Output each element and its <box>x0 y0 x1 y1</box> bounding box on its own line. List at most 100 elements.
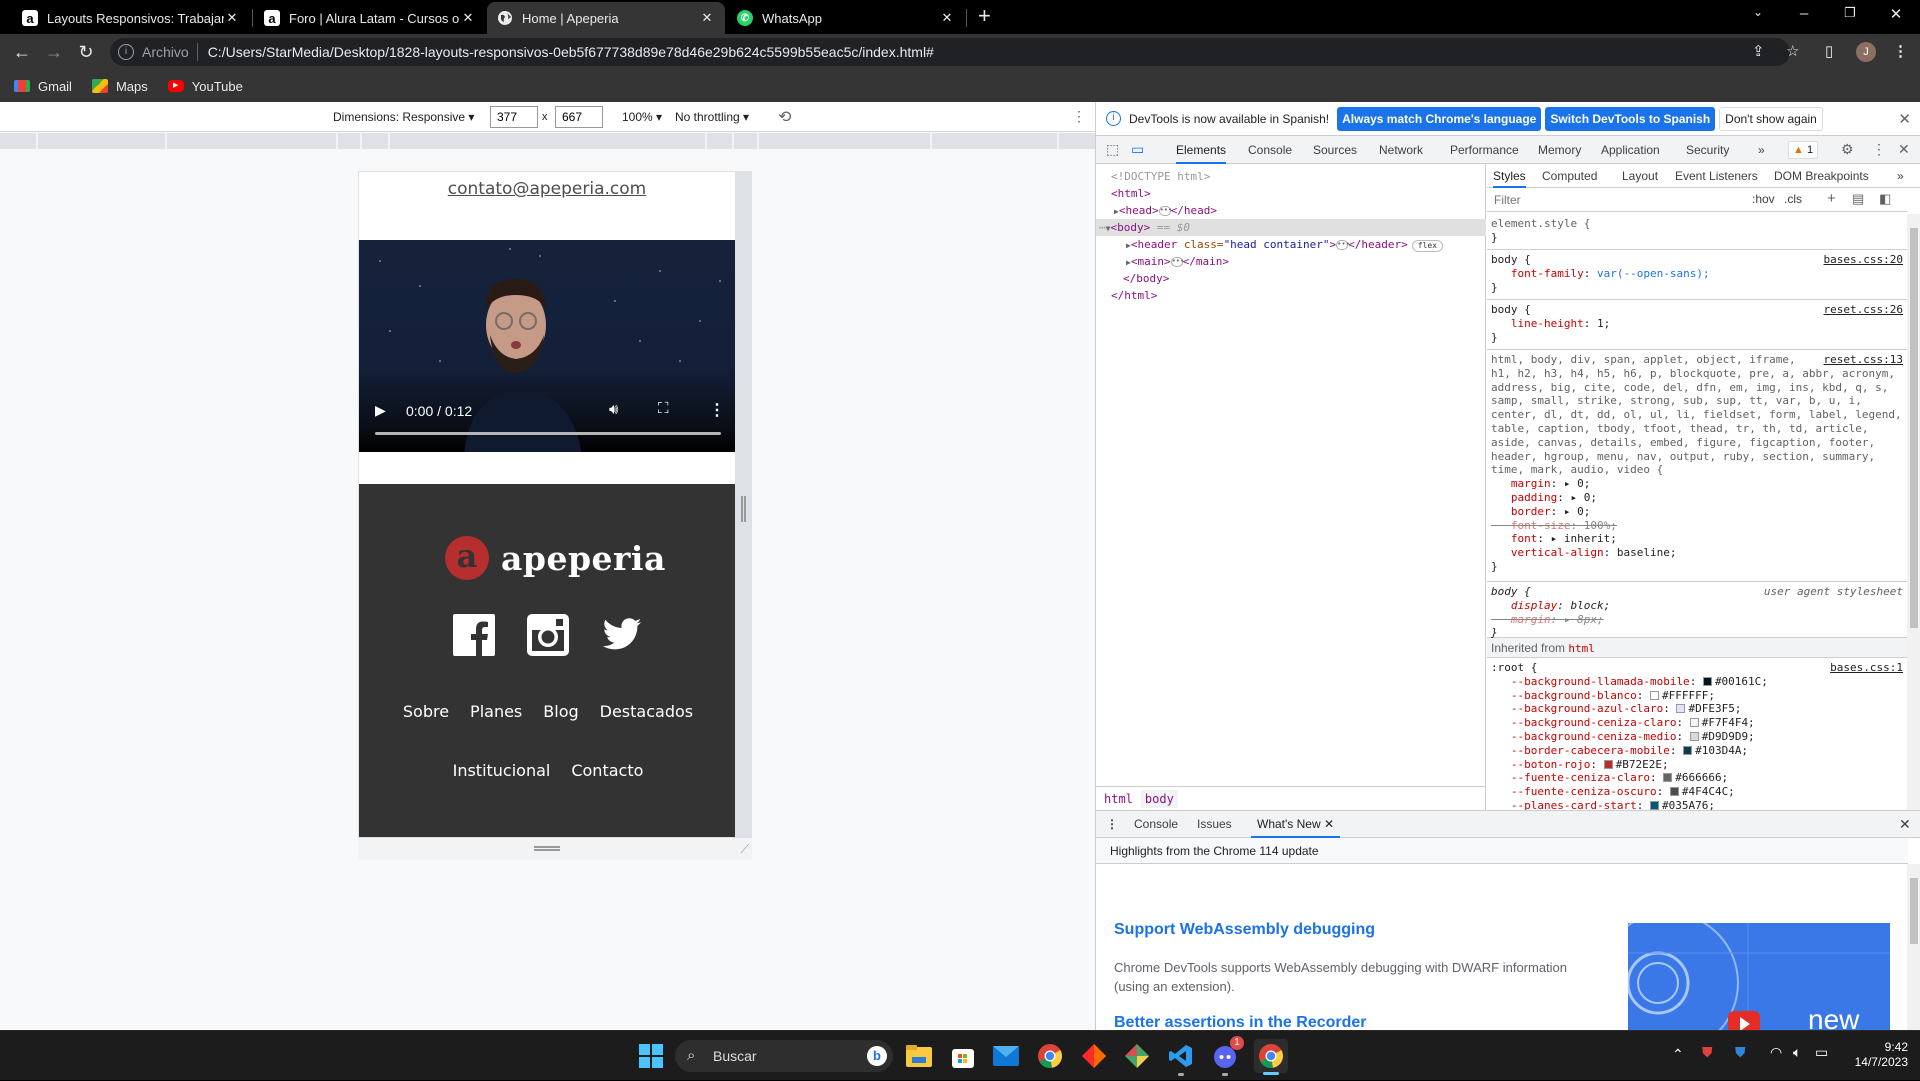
security-shield-icon[interactable]: ⛊ <box>1702 1044 1713 1061</box>
css-variable[interactable]: --background-llamada-mobile: #00161C; <box>1491 675 1768 688</box>
close-tab-icon[interactable]: ✕ <box>224 10 240 26</box>
css-declaration[interactable]: vertical-align: baseline; <box>1491 546 1677 559</box>
zoom-dropdown[interactable]: 100% ▾ <box>622 110 662 124</box>
file-explorer-icon[interactable] <box>904 1041 934 1071</box>
color-swatch[interactable] <box>1663 773 1673 783</box>
close-tab-icon[interactable]: ✕ <box>460 10 476 26</box>
microsoft-store-icon[interactable] <box>948 1041 978 1071</box>
bookmark-star-icon[interactable]: ☆ <box>1786 42 1799 60</box>
address-bar[interactable]: i Archivo C:/Users/StarMedia/Desktop/182… <box>110 38 1790 66</box>
tab-elements[interactable]: Elements <box>1176 136 1227 164</box>
device-height-input[interactable] <box>555 106 603 128</box>
dom-html[interactable]: <html> <box>1096 185 1486 202</box>
tab-network[interactable]: Network <box>1379 136 1423 164</box>
device-toolbar-menu-icon[interactable]: ⋮ <box>1072 108 1086 125</box>
minimize-button[interactable]: – <box>1784 5 1824 22</box>
nav-link-planes[interactable]: Planes <box>470 702 522 721</box>
css-declaration[interactable]: font: ▸ inherit; <box>1491 532 1617 545</box>
switch-to-spanish-button[interactable]: Switch DevTools to Spanish <box>1545 106 1716 131</box>
subtab-layout[interactable]: Layout <box>1622 164 1658 188</box>
source-link[interactable]: bases.css:20 <box>1824 253 1903 267</box>
close-window-button[interactable]: ✕ <box>1876 5 1916 23</box>
color-swatch[interactable] <box>1649 690 1659 700</box>
rule-body-line-height[interactable]: body {reset.css:26 line-height: 1; } <box>1487 300 1907 350</box>
dont-show-again-button[interactable]: Don't show again <box>1719 106 1823 131</box>
chrome-icon[interactable] <box>1035 1041 1065 1071</box>
dom-doctype[interactable]: <!DOCTYPE html> <box>1096 168 1486 185</box>
subtab-dom-breakpoints[interactable]: DOM Breakpoints <box>1774 164 1869 188</box>
tab-security[interactable]: Security <box>1686 136 1729 164</box>
dom-html-close[interactable]: </html> <box>1096 287 1486 304</box>
tab-performance[interactable]: Performance <box>1450 136 1519 164</box>
rotate-icon[interactable]: ⟲ <box>778 107 791 127</box>
mail-icon[interactable] <box>991 1041 1021 1071</box>
drawer-tab-issues[interactable]: Issues <box>1197 811 1232 838</box>
subtab-computed[interactable]: Computed <box>1542 164 1597 188</box>
color-swatch[interactable] <box>1676 704 1686 714</box>
nav-link-destacados[interactable]: Destacados <box>600 702 693 721</box>
warnings-badge[interactable]: ▲ 1 <box>1788 141 1819 159</box>
start-button[interactable] <box>636 1041 666 1071</box>
tab-home-apeperia[interactable]: Home | Apeperia ✕ <box>487 2 725 34</box>
css-declaration[interactable]: padding: ▸ 0; <box>1491 491 1597 504</box>
more-tabs-button[interactable]: » <box>1758 136 1765 164</box>
color-swatch[interactable] <box>1683 745 1693 755</box>
nav-link-institucional[interactable]: Institucional <box>453 761 551 780</box>
css-declaration[interactable]: border: ▸ 0; <box>1491 505 1591 518</box>
match-language-button[interactable]: Always match Chrome's language <box>1337 106 1542 131</box>
volume-icon[interactable]: 🔊︎ <box>609 401 618 418</box>
rule-root-variables[interactable]: :root {bases.css:1 --background-llamada-… <box>1487 658 1907 810</box>
device-resize-handle-right[interactable] <box>736 171 752 838</box>
css-variable[interactable]: --background-ceniza-claro: #F7F4F4; <box>1491 716 1755 729</box>
new-style-rule-icon[interactable]: + <box>1827 190 1836 207</box>
close-infobar-icon[interactable]: ✕ <box>1898 110 1911 128</box>
tab-foro-alura[interactable]: a Foro | Alura Latam - Cursos online ✕ <box>254 2 486 34</box>
profile-avatar[interactable]: J <box>1856 42 1876 62</box>
css-declaration[interactable]: font-size: 100%; <box>1491 519 1617 532</box>
whats-new-video-thumbnail[interactable]: new <box>1628 923 1890 1031</box>
rule-element-style[interactable]: element.style { } <box>1487 214 1907 250</box>
settings-gear-icon[interactable]: ⚙ <box>1841 141 1854 158</box>
dom-body-close[interactable]: </body> <box>1096 270 1486 287</box>
devtools-menu-icon[interactable]: ⋮ <box>1872 141 1886 158</box>
css-variable[interactable]: --boton-rojo: #B72E2E; <box>1491 758 1669 771</box>
device-resize-handle-bottom[interactable]: ⟋ <box>358 838 752 860</box>
url-text[interactable]: C:/Users/StarMedia/Desktop/1828-layouts-… <box>208 44 934 60</box>
breadcrumb-body[interactable]: body <box>1140 790 1178 808</box>
twitter-link[interactable] <box>601 614 643 656</box>
facebook-link[interactable] <box>453 614 495 656</box>
css-variable[interactable]: --fuente-ceniza-claro: #666666; <box>1491 771 1728 784</box>
bookmark-youtube[interactable]: ▶ YouTube <box>167 79 243 94</box>
forward-button[interactable]: → <box>42 40 66 64</box>
video-player[interactable]: ▶ 0:00 / 0:12 🔊︎ ⛶ ⋮ <box>359 240 735 452</box>
tab-console[interactable]: Console <box>1248 136 1292 164</box>
more-subtabs-button[interactable]: » <box>1897 164 1904 188</box>
rendering-emulation-icon[interactable]: ▤ <box>1852 191 1864 207</box>
play-icon[interactable]: ▶ <box>375 402 386 419</box>
dimensions-dropdown[interactable]: Dimensions: Responsive ▾ <box>333 110 474 124</box>
defender-warning-icon[interactable]: ⛊ <box>1735 1044 1746 1061</box>
restore-button[interactable]: ❐ <box>1830 5 1870 21</box>
fullscreen-icon[interactable]: ⛶ <box>658 400 669 417</box>
tab-whatsapp[interactable]: ✆ WhatsApp ✕ <box>727 2 965 34</box>
new-tab-button[interactable]: + <box>978 3 991 29</box>
close-drawer-icon[interactable]: ✕ <box>1899 811 1911 838</box>
inspect-element-icon[interactable]: ⬚ <box>1106 141 1119 158</box>
rule-user-agent-body[interactable]: body {user agent stylesheet display: blo… <box>1487 582 1907 639</box>
css-variable[interactable]: --fuente-ceniza-oscuro: #4F4C4C; <box>1491 785 1735 798</box>
chrome-active-icon[interactable] <box>1254 1039 1288 1075</box>
share-icon[interactable]: ⇪ <box>1752 42 1765 60</box>
close-devtools-icon[interactable]: ✕ <box>1898 141 1910 158</box>
tab-layouts-responsivos[interactable]: a Layouts Responsivos: Trabajando ✕ <box>12 2 250 34</box>
drawer-tab-console[interactable]: Console <box>1134 811 1178 838</box>
video-more-options-icon[interactable]: ⋮ <box>709 400 725 420</box>
tab-search-icon[interactable]: ⌄ <box>1738 5 1778 19</box>
close-drawer-tab-icon[interactable]: ✕ <box>1324 817 1334 831</box>
dom-main[interactable]: ▶<main>•••</main> <box>1096 253 1486 270</box>
nav-link-contacto[interactable]: Contacto <box>571 761 643 780</box>
close-tab-icon[interactable]: ✕ <box>699 10 715 26</box>
close-tab-icon[interactable]: ✕ <box>939 10 955 26</box>
resize-corner-icon[interactable]: ⟋ <box>741 842 749 857</box>
reload-button[interactable]: ↻ <box>74 40 98 64</box>
discord-icon[interactable]: 1 <box>1210 1036 1244 1076</box>
